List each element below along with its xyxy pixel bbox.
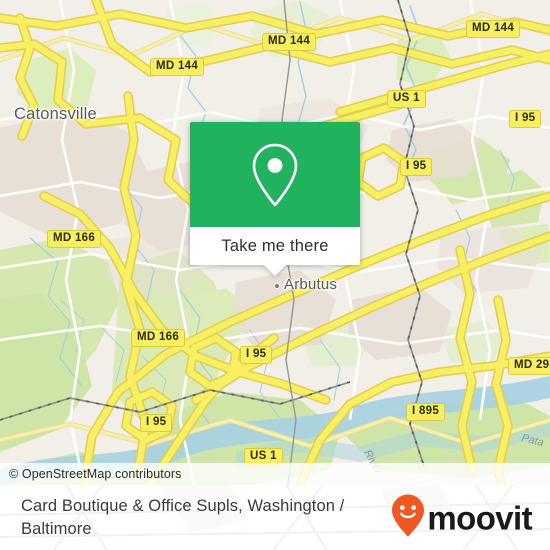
- moovit-pin-smile-icon: [391, 493, 425, 542]
- take-me-there-button[interactable]: Take me there: [190, 227, 360, 265]
- shield-md-295: MD 295: [508, 357, 550, 375]
- location-popup[interactable]: Take me there: [190, 122, 360, 276]
- place-label-catonsville: Catonsville: [14, 105, 97, 123]
- shield-i-895: I 895: [406, 403, 446, 421]
- shield-us-1-a: US 1: [387, 90, 426, 108]
- shield-i-95-d: I 95: [140, 414, 173, 432]
- shield-md-144-c: MD 144: [150, 58, 205, 76]
- app-root: MD 144 MD 144 MD 144 US 1 I 95 I 95 MD 1…: [0, 0, 550, 550]
- page-title: Card Boutique & Office Supls, Washington…: [21, 496, 345, 538]
- shield-i-95-a: I 95: [509, 110, 542, 128]
- map-pin-icon: [248, 141, 302, 209]
- moovit-wordmark: moovit: [427, 499, 532, 536]
- footer-bar: Card Boutique & Office Supls, Washington…: [0, 485, 550, 550]
- place-label-arbutus: Arbutus: [284, 276, 338, 293]
- moovit-logo[interactable]: moovit: [391, 493, 533, 542]
- shield-md-144-b: MD 144: [466, 20, 521, 38]
- place-dot-arbutus: [274, 283, 280, 289]
- shield-md-166-a: MD 166: [47, 230, 102, 248]
- shield-md-166-b: MD 166: [131, 329, 186, 347]
- shield-md-144-a: MD 144: [262, 33, 317, 51]
- shield-i-95-c: I 95: [240, 346, 273, 364]
- popup-header: [190, 122, 360, 227]
- popup-pointer-tail: [264, 265, 286, 276]
- shield-i-95-b: I 95: [400, 158, 433, 176]
- map-attribution[interactable]: © OpenStreetMap contributors: [0, 463, 550, 485]
- map-canvas[interactable]: MD 144 MD 144 MD 144 US 1 I 95 I 95 MD 1…: [0, 0, 550, 485]
